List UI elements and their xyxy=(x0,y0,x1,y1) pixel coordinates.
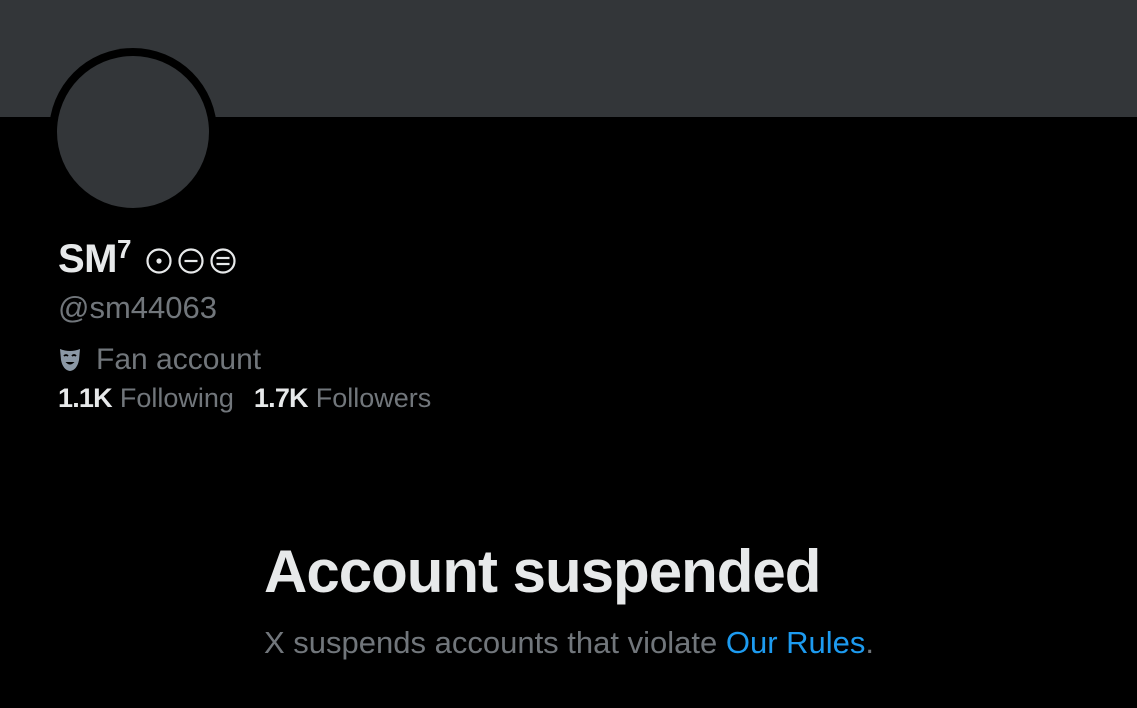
profile-name-row: SM7 xyxy=(58,234,237,284)
suspended-title: Account suspended xyxy=(264,538,821,605)
profile-handle: @sm44063 xyxy=(58,290,217,325)
equals-circle-icon xyxy=(210,248,236,274)
display-name-superscript: 7 xyxy=(117,234,131,264)
display-name: SM7 xyxy=(58,234,131,284)
suspended-description-period: . xyxy=(865,625,875,660)
profile-stats: 1.1K Following 1.7K Followers xyxy=(58,378,431,418)
dotted-circle-icon xyxy=(146,248,172,274)
avatar-frame xyxy=(49,48,217,216)
our-rules-link[interactable]: Our Rules xyxy=(726,625,866,660)
following-count: 1.1K xyxy=(58,383,113,413)
name-symbols xyxy=(145,247,237,275)
theater-mask-icon xyxy=(60,349,80,371)
followers-label: Followers xyxy=(315,383,432,413)
following-label: Following xyxy=(119,383,234,413)
suspended-description: X suspends accounts that violate Our Rul… xyxy=(264,622,874,664)
following-stat[interactable]: 1.1K Following xyxy=(58,378,234,418)
avatar[interactable] xyxy=(57,56,209,208)
minus-circle-icon xyxy=(178,248,204,274)
profile-bio: Fan account xyxy=(58,340,261,380)
followers-stat[interactable]: 1.7K Followers xyxy=(254,378,431,418)
bio-text: Fan account xyxy=(96,343,262,376)
followers-count: 1.7K xyxy=(253,383,309,413)
suspended-description-text: X suspends accounts that violate xyxy=(264,625,726,660)
display-name-text: SM xyxy=(58,237,118,281)
